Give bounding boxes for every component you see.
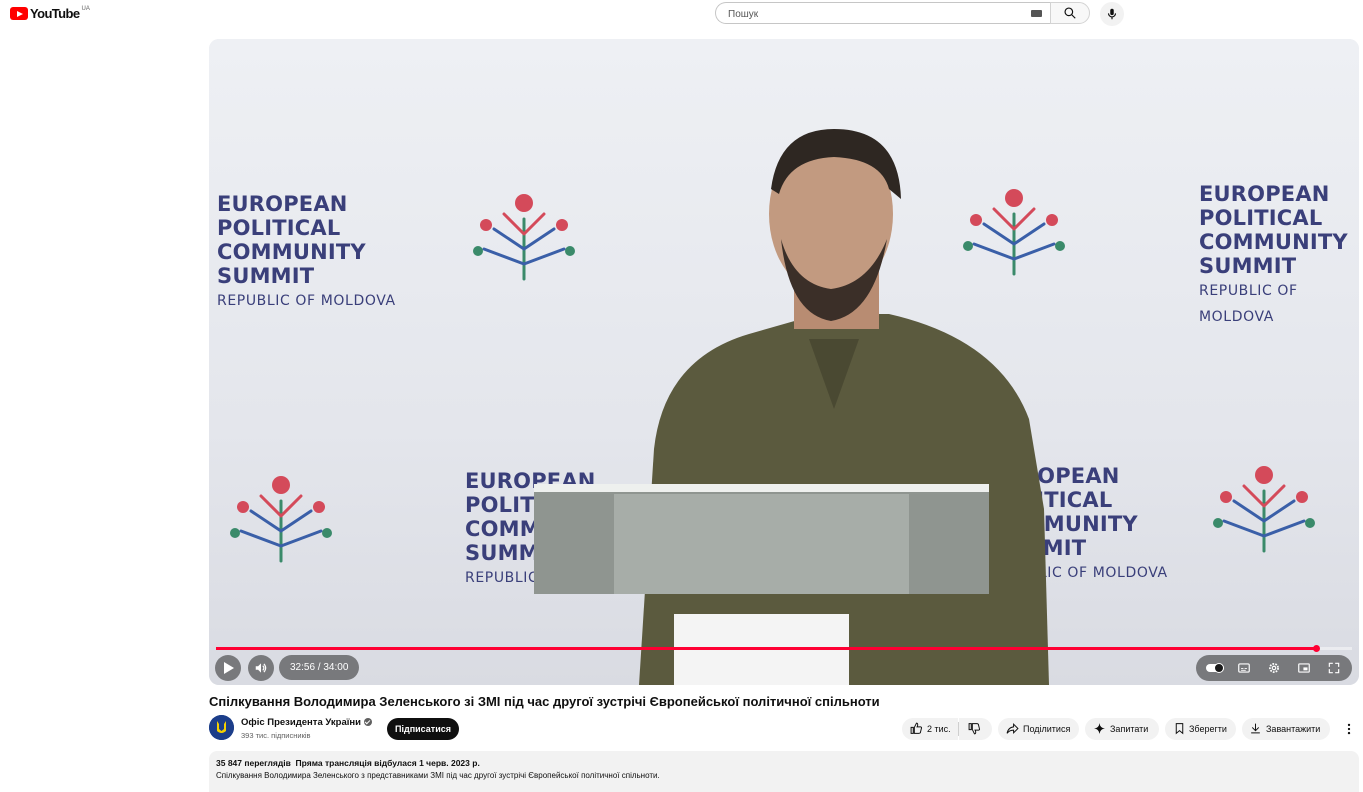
save-button[interactable]: Зберегти (1165, 718, 1236, 740)
channel-name[interactable]: Офіс Президента України (241, 717, 373, 728)
search-icon (1064, 7, 1076, 19)
volume-icon (255, 663, 267, 673)
banner-line: POLITICAL (217, 216, 341, 240)
youtube-logo[interactable]: YouTube UA (10, 6, 90, 21)
masthead: YouTube UA (0, 0, 1363, 28)
podium (534, 484, 989, 685)
play-icon (224, 662, 234, 674)
download-icon (1251, 723, 1260, 734)
progress-played (216, 647, 1317, 650)
keyboard-icon[interactable] (1031, 10, 1042, 17)
description-text: Спілкування Володимира Зеленського з пре… (216, 771, 660, 780)
summit-emblem-icon (1213, 466, 1315, 553)
verified-icon (364, 718, 373, 726)
like-count: 2 тис. (927, 724, 951, 734)
banner-line: COMMUNITY (1199, 230, 1348, 254)
subtitles-icon[interactable] (1237, 661, 1251, 675)
share-label: Поділитися (1023, 724, 1071, 734)
thumbs-up-icon (910, 722, 923, 734)
save-label: Зберегти (1189, 724, 1227, 734)
banner-line: SUMMIT (217, 264, 315, 288)
banner-line: COMMUNITY (217, 240, 366, 264)
channel-avatar[interactable] (209, 715, 234, 740)
logo-text: YouTube (30, 6, 80, 21)
ukraine-coat-of-arms-icon (209, 715, 234, 740)
search-box (715, 2, 1050, 24)
dislike-button[interactable] (959, 718, 992, 740)
fullscreen-icon[interactable] (1327, 661, 1341, 675)
bookmark-icon (1175, 723, 1184, 735)
volume-button[interactable] (248, 655, 274, 681)
voice-search-button[interactable] (1100, 2, 1124, 26)
backdrop-banner: EUROPEAN POLITICAL COMMUNITY SUMMIT REPU… (1199, 182, 1359, 330)
banner-subline: REPUBLIC OF MOLDOVA (1199, 283, 1298, 325)
progress-bar[interactable] (216, 645, 1352, 652)
download-button[interactable]: Завантажити (1242, 718, 1330, 740)
subscribe-button[interactable]: Підписатися (387, 718, 459, 740)
description-stats: 35 847 переглядів Пряма трансляція відбу… (216, 758, 480, 768)
more-actions-button[interactable] (1338, 718, 1360, 740)
autoplay-toggle[interactable] (1206, 663, 1224, 673)
banner-line: EUROPEAN (217, 192, 348, 216)
search-input[interactable] (726, 6, 1020, 23)
more-vertical-icon (1347, 723, 1351, 735)
stream-date: Пряма трансляція відбулася 1 черв. 2023 … (295, 758, 480, 768)
like-button[interactable]: 2 тис. (902, 718, 958, 740)
microphone-icon (1107, 8, 1117, 20)
banner-line: POLITICAL (1199, 206, 1323, 230)
subscriber-count: 393 тис. підписників (241, 731, 311, 740)
thumbs-down-icon (968, 723, 981, 735)
share-button[interactable]: Поділитися (998, 718, 1079, 740)
banner-line: EUROPEAN (1199, 182, 1330, 206)
banner-subline: REPUBLIC OF MOLDOVA (217, 293, 396, 309)
banner-line: SUMMIT (1199, 254, 1297, 278)
youtube-logo-icon (10, 7, 28, 20)
description-box[interactable]: 35 847 переглядів Пряма трансляція відбу… (209, 751, 1359, 792)
settings-gear-icon[interactable] (1267, 661, 1281, 675)
play-button[interactable] (215, 655, 241, 681)
summit-emblem-icon (473, 194, 575, 281)
time-display: 32:56 / 34:00 (279, 655, 360, 680)
miniplayer-icon[interactable] (1297, 661, 1311, 675)
autoplay-knob (1214, 663, 1224, 673)
player-right-controls (1196, 655, 1352, 681)
search-button[interactable] (1050, 2, 1090, 24)
sparkle-icon (1094, 723, 1105, 734)
video-title: Спілкування Володимира Зеленського зі ЗМ… (209, 694, 880, 709)
summit-emblem-icon (230, 476, 332, 563)
download-label: Завантажити (1266, 724, 1321, 734)
ask-label: Запитати (1110, 724, 1149, 734)
channel-name-text: Офіс Президента України (241, 717, 362, 728)
logo-region-code: UA (81, 5, 90, 12)
share-icon (1006, 722, 1019, 735)
ask-button[interactable]: Запитати (1085, 718, 1159, 740)
backdrop-banner: EUROPEAN POLITICAL COMMUNITY SUMMIT REPU… (217, 192, 396, 314)
video-player[interactable]: EUROPEAN POLITICAL COMMUNITY SUMMIT REPU… (209, 39, 1359, 685)
view-count: 35 847 переглядів (216, 758, 291, 768)
